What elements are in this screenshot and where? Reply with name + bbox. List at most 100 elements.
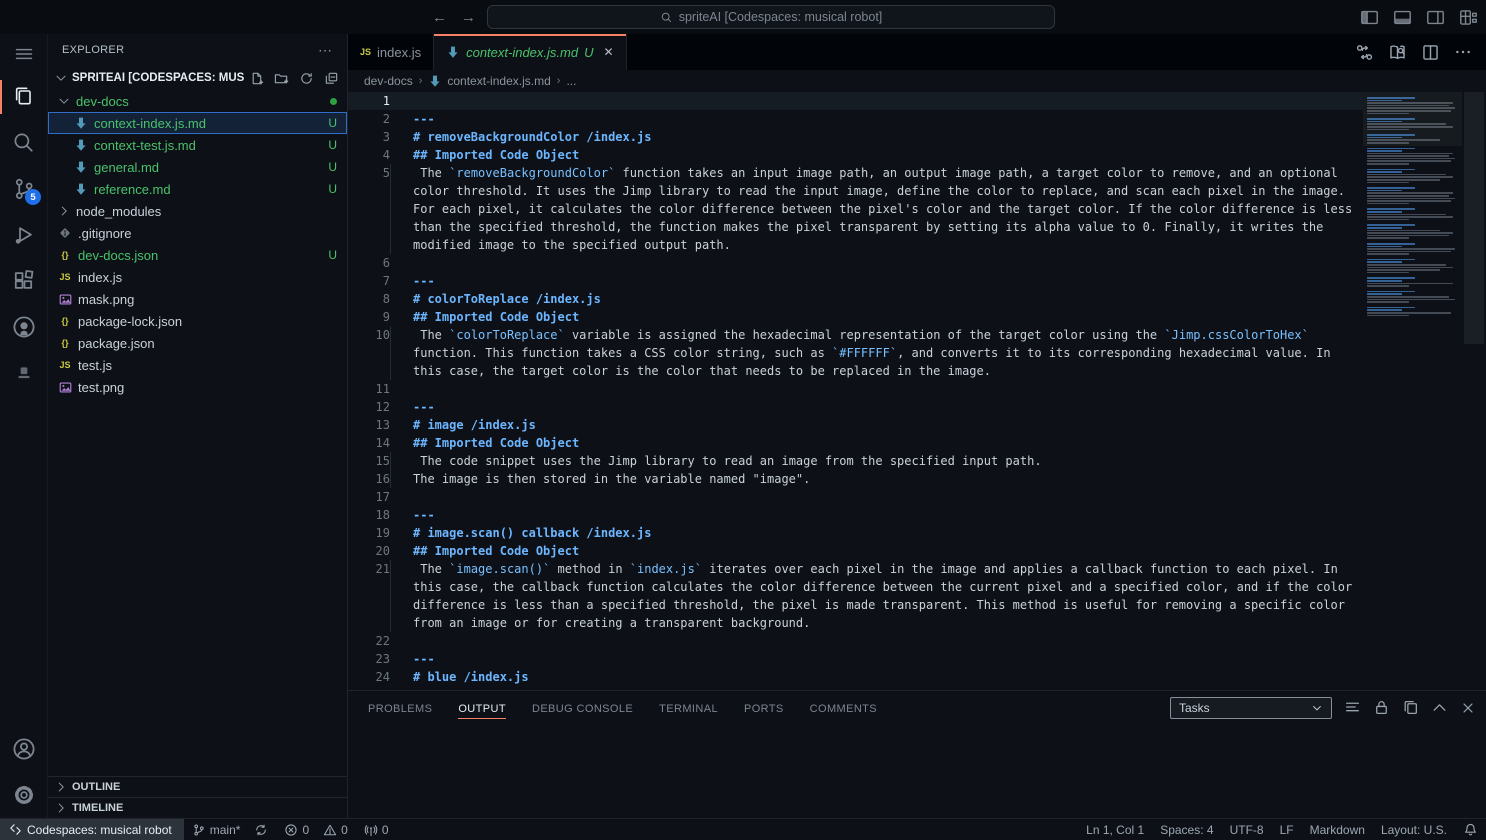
timeline-section-header[interactable]: TIMELINE [48,797,347,818]
customize-layout-icon[interactable] [1459,8,1478,27]
code-line-18[interactable]: 18--- [348,506,1363,524]
activity-github[interactable] [0,304,47,350]
clear-output-icon[interactable] [1344,699,1361,716]
tree-item-dev-docs[interactable]: dev-docs [48,90,347,112]
scrollbar-slider[interactable] [1464,92,1484,344]
tree-item-test-js[interactable]: JStest.js [48,354,347,376]
ports-status[interactable]: 0 [356,819,397,840]
open-changes-icon[interactable] [1355,43,1374,62]
remote-indicator[interactable]: Codespaces: musical robot [0,819,184,840]
toggle-panel-icon[interactable] [1393,8,1412,27]
new-folder-icon[interactable] [274,71,289,86]
nav-forward-icon[interactable]: → [461,9,476,26]
language-mode[interactable]: Markdown [1302,819,1373,840]
command-center-search[interactable]: spriteAI [Codespaces: musical robot] [487,5,1055,29]
code-line-21[interactable]: 21 The `image.scan()` method in `index.j… [348,560,1363,632]
tree-item-mask-png[interactable]: mask.png [48,288,347,310]
minimap-viewport[interactable] [1363,92,1462,146]
minimap[interactable] [1363,92,1462,690]
code-line-11[interactable]: 11 [348,380,1363,398]
activity-accounts[interactable] [0,726,47,772]
activity-explorer[interactable] [0,74,47,120]
code-line-24[interactable]: 24# blue /index.js [348,668,1363,686]
code-line-19[interactable]: 19# image.scan() callback /index.js [348,524,1363,542]
activity-menu[interactable] [0,34,47,74]
activity-search[interactable] [0,120,47,166]
project-root-row[interactable]: SPRITEAI [CODESPACES: MUS... [48,66,347,90]
tree-item-context-test-js-md[interactable]: context-test.js.mdU [48,134,347,156]
problems-status[interactable]: 00 [276,819,355,840]
code-line-20[interactable]: 20## Imported Code Object [348,542,1363,560]
code-line-1[interactable]: 1 [348,92,1363,110]
tree-item-package-lock-json[interactable]: {}package-lock.json [48,310,347,332]
keyboard-layout[interactable]: Layout: U.S. [1373,819,1455,840]
tree-item-general-md[interactable]: general.mdU [48,156,347,178]
encoding[interactable]: UTF-8 [1222,819,1272,840]
code-line-17[interactable]: 17 [348,488,1363,506]
code-line-5[interactable]: 5 The `removeBackgroundColor` function t… [348,164,1363,254]
indentation[interactable]: Spaces: 4 [1152,819,1221,840]
branch-status[interactable]: main* [184,819,277,840]
editor[interactable]: 1 2---3# removeBackgroundColor /index.js… [348,92,1486,690]
lock-scroll-icon[interactable] [1373,699,1390,716]
code-line-9[interactable]: 9## Imported Code Object [348,308,1363,326]
tab-context-index-js-md[interactable]: context-index.js.mdU✕ [434,34,626,70]
code-line-4[interactable]: 4## Imported Code Object [348,146,1363,164]
toggle-secondary-sidebar-icon[interactable] [1426,8,1445,27]
toggle-primary-sidebar-icon[interactable] [1360,8,1379,27]
cursor-position[interactable]: Ln 1, Col 1 [1078,819,1152,840]
collapse-all-icon[interactable] [324,71,339,86]
code-line-16[interactable]: 16The image is then stored in the variab… [348,470,1363,488]
panel-tab-problems[interactable]: PROBLEMS [368,694,432,722]
tree-item-node-modules[interactable]: node_modules [48,200,347,222]
code-line-10[interactable]: 10 The `colorToReplace` variable is assi… [348,326,1363,380]
panel-tab-comments[interactable]: COMMENTS [810,694,877,722]
maximize-panel-icon[interactable] [1431,699,1448,716]
panel-tab-output[interactable]: OUTPUT [458,694,506,722]
code-line-23[interactable]: 23--- [348,650,1363,668]
explorer-more-actions-icon[interactable]: ⋯ [318,42,333,59]
refresh-icon[interactable] [299,71,314,86]
tree-item-test-png[interactable]: test.png [48,376,347,398]
tab-index-js[interactable]: JSindex.js [348,34,434,70]
breadcrumb-item[interactable]: context-index.js.md [428,74,550,88]
breadcrumb-item[interactable]: ... [566,74,576,88]
panel-tab-ports[interactable]: PORTS [744,694,784,722]
code-line-2[interactable]: 2--- [348,110,1363,128]
activity-run-debug[interactable] [0,212,47,258]
panel-tab-terminal[interactable]: TERMINAL [659,694,718,722]
code-line-6[interactable]: 6 [348,254,1363,272]
close-panel-icon[interactable] [1460,700,1476,716]
tree-item-reference-md[interactable]: reference.mdU [48,178,347,200]
code-line-15[interactable]: 15 The code snippet uses the Jimp librar… [348,452,1363,470]
eol[interactable]: LF [1272,819,1302,840]
activity-extensions[interactable] [0,258,47,304]
activity-source-control[interactable]: 5 [0,166,47,212]
tree-item--gitignore[interactable]: .gitignore [48,222,347,244]
nav-back-icon[interactable]: ← [432,9,447,26]
code-line-12[interactable]: 12--- [348,398,1363,416]
code-line-3[interactable]: 3# removeBackgroundColor /index.js [348,128,1363,146]
tree-item-index-js[interactable]: JSindex.js [48,266,347,288]
outline-section-header[interactable]: OUTLINE [48,776,347,797]
code-line-13[interactable]: 13# image /index.js [348,416,1363,434]
new-file-icon[interactable] [249,71,264,86]
activity-dev-docs-extension[interactable] [0,350,47,396]
code-line-7[interactable]: 7--- [348,272,1363,290]
notifications-bell[interactable] [1455,819,1486,840]
more-actions-icon[interactable] [1454,43,1472,61]
tree-item-context-index-js-md[interactable]: context-index.js.mdU [48,112,347,134]
activity-settings[interactable] [0,772,47,818]
tree-item-dev-docs-json[interactable]: {}dev-docs.jsonU [48,244,347,266]
code-line-8[interactable]: 8# colorToReplace /index.js [348,290,1363,308]
code-line-14[interactable]: 14## Imported Code Object [348,434,1363,452]
close-icon[interactable]: ✕ [603,45,613,59]
open-preview-side-icon[interactable] [1388,43,1407,62]
tree-item-package-json[interactable]: {}package.json [48,332,347,354]
open-in-editor-icon[interactable] [1402,699,1419,716]
output-channel-select[interactable]: Tasks [1170,697,1332,719]
editor-scrollbar[interactable] [1462,92,1486,690]
split-editor-icon[interactable] [1421,43,1440,62]
panel-tab-debug-console[interactable]: DEBUG CONSOLE [532,694,633,722]
code-line-22[interactable]: 22 [348,632,1363,650]
